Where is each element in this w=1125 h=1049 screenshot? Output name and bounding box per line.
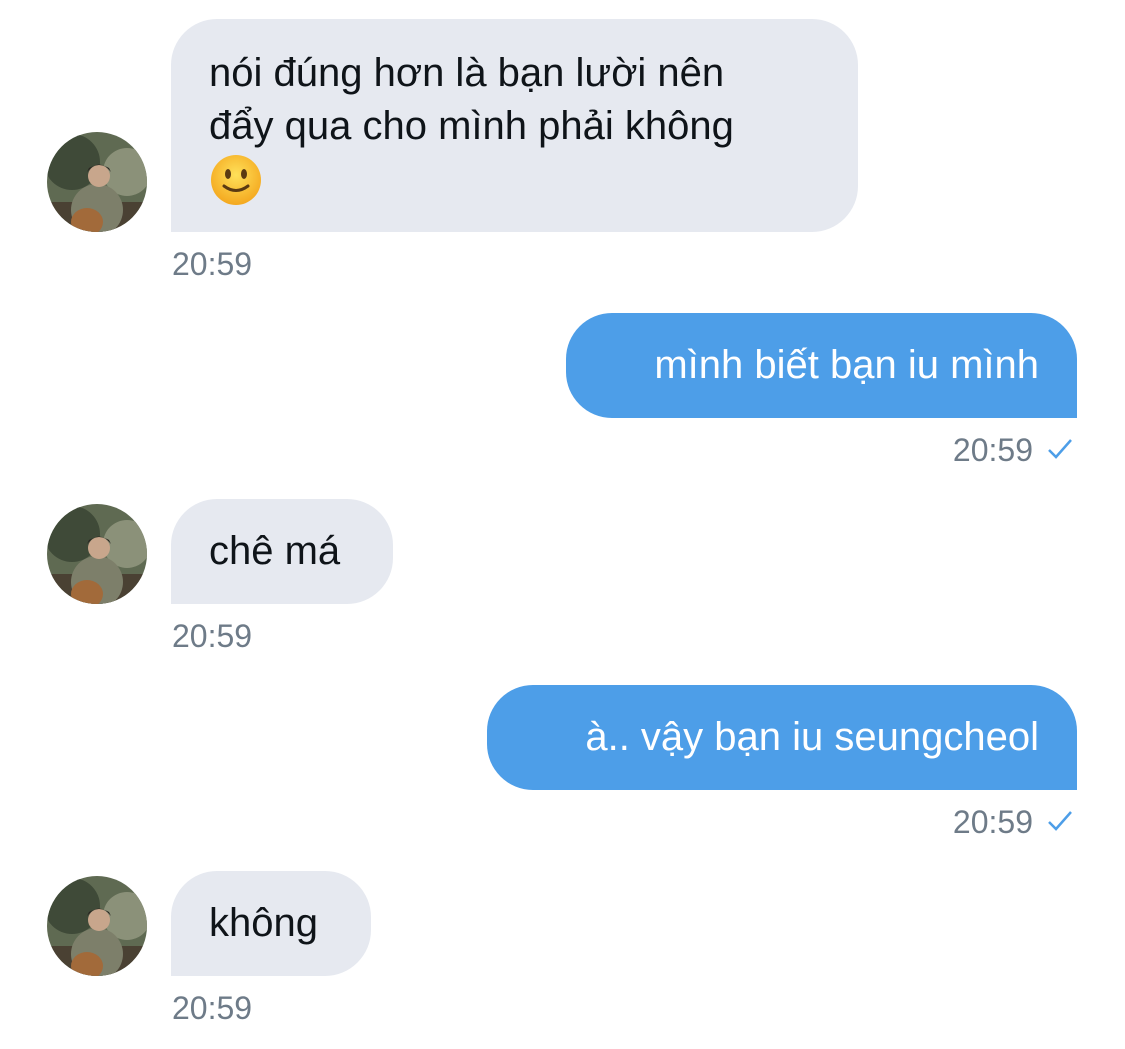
message-bubble[interactable]: à.. vậy bạn iu seungcheol: [487, 685, 1077, 790]
message-bubble[interactable]: chê má: [171, 499, 393, 604]
check-icon: [1047, 430, 1073, 470]
message-bubble[interactable]: mình biết bạn iu mình: [566, 313, 1077, 418]
message-text: mình biết bạn iu mình: [654, 343, 1039, 387]
message-meta: 20:59: [953, 802, 1073, 842]
message-bubble[interactable]: nói đúng hơn là bạn lười nên đẩy qua cho…: [171, 19, 858, 232]
message-timestamp: 20:59: [952, 432, 1033, 468]
avatar[interactable]: [47, 504, 147, 604]
message-text: chê má: [209, 529, 341, 573]
message-meta: 20:59: [953, 430, 1073, 470]
avatar[interactable]: [47, 876, 147, 976]
slightly-smiling-face-icon: [209, 153, 263, 221]
message-bubble[interactable]: không: [171, 871, 371, 976]
message-text: à.. vậy bạn iu seungcheol: [585, 715, 1039, 759]
avatar-photo: [47, 132, 147, 232]
dm-conversation: nói đúng hơn là bạn lười nên đẩy qua cho…: [0, 0, 1125, 1049]
avatar[interactable]: [47, 132, 147, 232]
check-icon: [1047, 802, 1073, 842]
message-timestamp: 20:59: [172, 618, 253, 654]
message-timestamp: 20:59: [172, 990, 253, 1026]
message-text-line: đẩy qua cho mình phải không: [209, 104, 734, 148]
message-text: không: [209, 901, 318, 945]
message-timestamp: 20:59: [172, 246, 253, 282]
avatar-photo: [47, 504, 147, 604]
message-timestamp: 20:59: [952, 804, 1033, 840]
avatar-photo: [47, 876, 147, 976]
message-text-line: nói đúng hơn là bạn lười nên: [209, 51, 725, 95]
